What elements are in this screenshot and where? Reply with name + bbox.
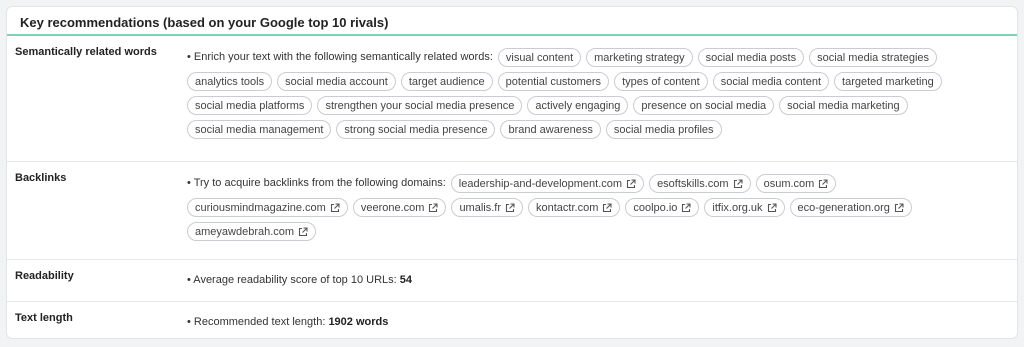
backlink-domain-text: kontactr.com xyxy=(536,201,599,214)
semantic-words-row: Semantically related words • Enrich your… xyxy=(7,36,1017,162)
backlink-domain-text: osum.com xyxy=(763,177,815,190)
semantic-word-chip[interactable]: potential customers xyxy=(497,72,610,91)
backlink-domain-text: leadership-and-development.com xyxy=(458,177,623,190)
backlink-domain-chip[interactable]: leadership-and-development.com xyxy=(450,174,645,193)
readability-label: Readability xyxy=(15,270,74,282)
readability-lead: • Average readability score of top 10 UR… xyxy=(187,271,412,290)
external-link-icon xyxy=(733,178,743,189)
semantic-word-chip[interactable]: social media content xyxy=(712,72,830,91)
semantic-word-chip[interactable]: marketing strategy xyxy=(586,48,693,67)
semantic-word-chip[interactable]: social media strategies xyxy=(809,48,938,67)
backlink-domain-chip[interactable]: osum.com xyxy=(755,174,837,193)
card-title: Key recommendations (based on your Googl… xyxy=(7,7,1017,36)
semantic-word-chip[interactable]: presence on social media xyxy=(633,96,775,115)
text-length-label: Text length xyxy=(15,312,73,324)
semantic-word-chip[interactable]: target audience xyxy=(400,72,493,91)
external-link-icon xyxy=(767,202,777,213)
external-link-icon xyxy=(894,202,904,213)
external-link-icon xyxy=(626,178,636,189)
backlink-domain-text: itfix.org.uk xyxy=(712,201,763,214)
backlink-domain-text: eco-generation.org xyxy=(797,201,890,214)
backlink-domain-chip[interactable]: coolpo.io xyxy=(625,198,700,217)
semantic-word-chip[interactable]: social media account xyxy=(277,72,396,91)
backlinks-lead: • Try to acquire backlinks from the foll… xyxy=(187,177,446,189)
external-link-icon xyxy=(298,226,308,237)
semantic-word-chip[interactable]: brand awareness xyxy=(500,120,601,139)
text-length-value: 1902 words xyxy=(328,316,389,328)
backlink-domain-text: umalis.fr xyxy=(459,201,501,214)
external-link-icon xyxy=(505,202,515,213)
external-link-icon xyxy=(428,202,438,213)
semantic-word-chip[interactable]: visual content xyxy=(497,48,582,67)
text-length-row: Text length • Recommended text length: 1… xyxy=(7,302,1017,338)
semantic-word-chip[interactable]: actively engaging xyxy=(527,96,629,115)
semantic-word-chip[interactable]: strong social media presence xyxy=(336,120,496,139)
backlinks-content: • Try to acquire backlinks from the foll… xyxy=(187,162,967,246)
backlink-domain-text: coolpo.io xyxy=(633,201,678,214)
backlink-domain-chip[interactable]: veerone.com xyxy=(352,198,447,217)
backlink-domain-chip[interactable]: ameyawdebrah.com xyxy=(187,222,317,241)
backlink-domain-chip[interactable]: eco-generation.org xyxy=(789,198,912,217)
backlinks-label: Backlinks xyxy=(15,172,67,184)
backlink-domain-chip[interactable]: curiousmindmagazine.com xyxy=(187,198,348,217)
backlinks-row: Backlinks • Try to acquire backlinks fro… xyxy=(7,162,1017,260)
key-recommendations-card: Key recommendations (based on your Googl… xyxy=(6,6,1018,339)
text-length-content: • Recommended text length: 1902 words xyxy=(187,302,967,337)
semantic-word-chip[interactable]: types of content xyxy=(614,72,708,91)
semantic-words-label: Semantically related words xyxy=(15,46,157,58)
semantic-word-chip[interactable]: social media platforms xyxy=(187,96,313,115)
backlink-domain-text: ameyawdebrah.com xyxy=(195,225,295,238)
semantic-word-chip[interactable]: strengthen your social media presence xyxy=(317,96,523,115)
semantic-words-lead: • Enrich your text with the following se… xyxy=(187,51,493,63)
semantic-word-chip[interactable]: targeted marketing xyxy=(834,72,942,91)
backlink-domain-chip[interactable]: itfix.org.uk xyxy=(704,198,785,217)
backlink-domain-chip[interactable]: umalis.fr xyxy=(451,198,523,217)
text-length-lead: • Recommended text length: 1902 words xyxy=(187,313,388,332)
external-link-icon xyxy=(330,202,340,213)
backlink-domain-text: veerone.com xyxy=(360,201,425,214)
semantic-word-chip[interactable]: analytics tools xyxy=(187,72,273,91)
external-link-icon xyxy=(681,202,691,213)
backlink-domain-chip[interactable]: kontactr.com xyxy=(528,198,621,217)
external-link-icon xyxy=(818,178,828,189)
semantic-word-chip[interactable]: social media posts xyxy=(697,48,805,67)
readability-content: • Average readability score of top 10 UR… xyxy=(187,260,967,295)
semantic-word-chip[interactable]: social media management xyxy=(187,120,332,139)
readability-row: Readability • Average readability score … xyxy=(7,260,1017,302)
semantic-words-content: • Enrich your text with the following se… xyxy=(187,36,967,144)
external-link-icon xyxy=(602,202,612,213)
backlink-domain-chip[interactable]: esoftskills.com xyxy=(649,174,751,193)
readability-lead-text: • Average readability score of top 10 UR… xyxy=(187,274,397,286)
semantic-word-chip[interactable]: social media marketing xyxy=(779,96,908,115)
backlink-domain-text: curiousmindmagazine.com xyxy=(195,201,326,214)
readability-score: 54 xyxy=(399,274,413,286)
semantic-word-chip[interactable]: social media profiles xyxy=(605,120,722,139)
backlink-domain-text: esoftskills.com xyxy=(657,177,729,190)
text-length-lead-text: • Recommended text length: xyxy=(187,316,326,328)
